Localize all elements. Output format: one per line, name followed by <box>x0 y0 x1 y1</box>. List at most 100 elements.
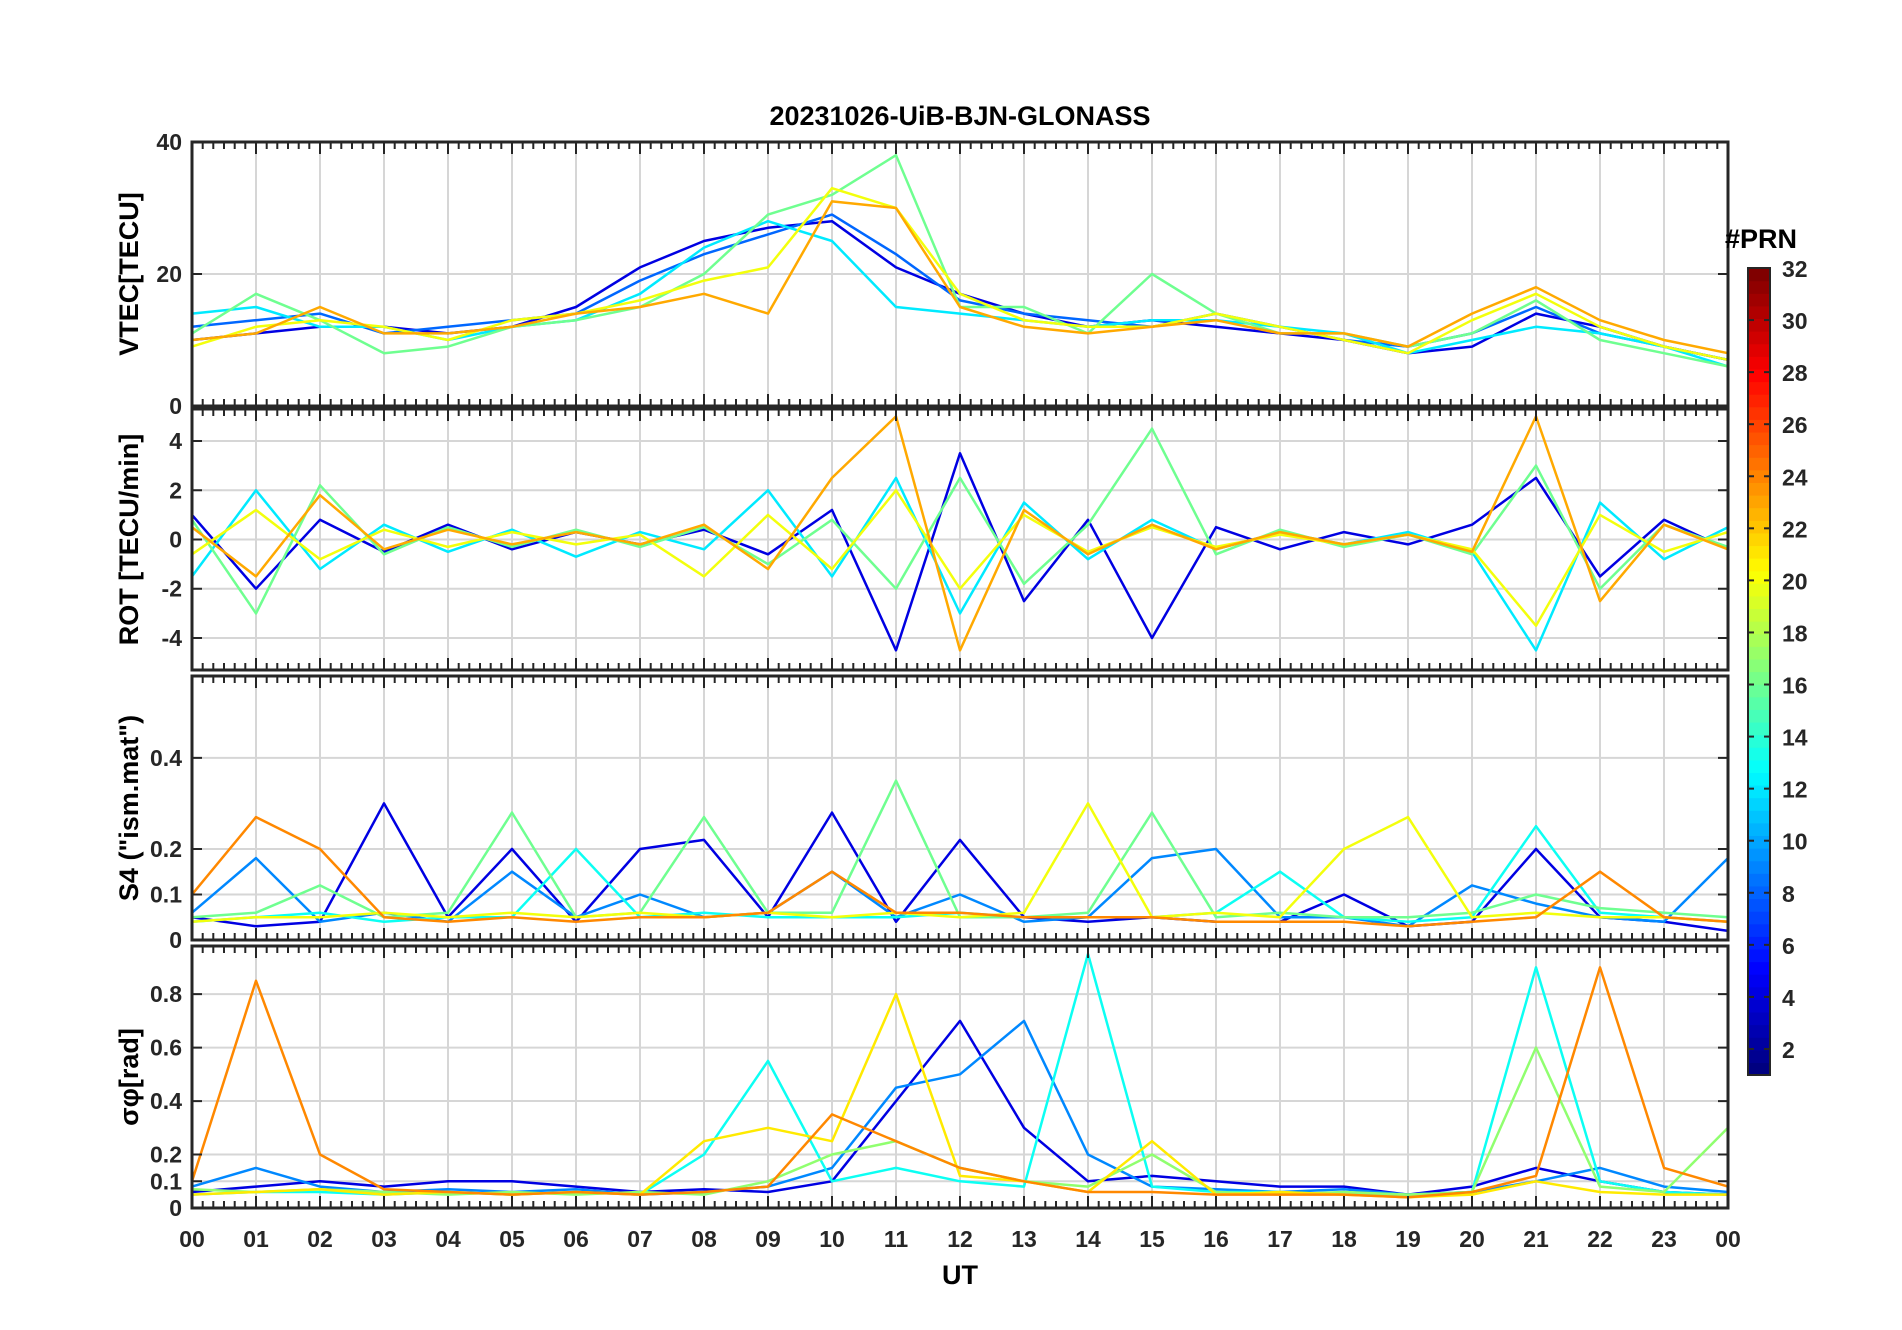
y-tick-label: 0.8 <box>150 981 182 1007</box>
colorbar-tick-label: 26 <box>1782 412 1808 438</box>
x-tick-label: 21 <box>1523 1226 1549 1252</box>
colorbar-segment <box>1748 331 1770 345</box>
colorbar-segment <box>1748 923 1770 937</box>
colorbar-tick-label: 4 <box>1782 985 1795 1011</box>
panel-3: 0 0.1 0.2 0.4S4 ("ism.mat") <box>114 674 1730 953</box>
colorbar-tick-label: 12 <box>1782 777 1808 803</box>
y-tick-label: 2 <box>169 477 182 503</box>
colorbar: 2468101214161820222426283032#PRN <box>1725 224 1808 1076</box>
x-tick-label: 23 <box>1651 1226 1677 1252</box>
panel-1: 0 20 40 VTEC[TECU] <box>114 129 1730 419</box>
y-tick-label: 0.2 <box>150 1142 182 1168</box>
x-tick-label: 04 <box>435 1226 461 1252</box>
x-tick-label: 09 <box>755 1226 781 1252</box>
colorbar-segment <box>1748 696 1770 710</box>
x-tick-labels: 00 01 02 03 04 05 06 07 08 09 10 11 12 13 14 15 16 17 18 19… <box>179 1226 1741 1252</box>
colorbar-segment <box>1748 419 1770 433</box>
colorbar-segment <box>1748 406 1770 420</box>
colorbar-segment <box>1748 595 1770 610</box>
colorbar-tick-label: 2 <box>1782 1037 1795 1063</box>
colorbar-segment <box>1748 999 1770 1013</box>
colorbar-segment <box>1748 1062 1770 1076</box>
colorbar-segment <box>1748 835 1770 849</box>
y-axis-label: S4 ("ism.mat") <box>114 715 144 901</box>
colorbar-segment <box>1748 368 1770 383</box>
panel-2: -4 -2 0 2 4 ROT [TECU/min] <box>114 407 1730 672</box>
x-tick-label: 14 <box>1075 1226 1101 1252</box>
y-tick-label: 0 <box>169 527 182 553</box>
y-tick-label: -4 <box>162 625 183 651</box>
colorbar-segment <box>1748 684 1770 698</box>
colorbar-tick-label: 32 <box>1782 256 1808 282</box>
colorbar-title: #PRN <box>1725 224 1797 254</box>
y-tick-label: 0 <box>169 393 182 419</box>
y-tick-label: -2 <box>162 576 182 602</box>
x-tick-label: 00 <box>1715 1226 1741 1252</box>
colorbar-segment <box>1748 444 1770 458</box>
x-tick-label: 03 <box>371 1226 397 1252</box>
colorbar-segment <box>1748 646 1770 660</box>
colorbar-segment <box>1748 558 1770 572</box>
colorbar-segment <box>1748 658 1770 673</box>
colorbar-segment <box>1748 520 1770 534</box>
colorbar-segment <box>1748 545 1770 559</box>
colorbar-tick-label: 24 <box>1782 464 1808 490</box>
colorbar-tick-label: 18 <box>1782 620 1808 646</box>
colorbar-segment <box>1748 974 1770 988</box>
colorbar-segment <box>1748 721 1770 736</box>
x-tick-label: 00 <box>179 1226 205 1252</box>
colorbar-segment <box>1748 709 1770 723</box>
colorbar-segment <box>1748 810 1770 824</box>
x-tick-label: 15 <box>1139 1226 1165 1252</box>
x-tick-label: 02 <box>307 1226 333 1252</box>
colorbar-segment <box>1748 343 1770 357</box>
colorbar-segment <box>1748 784 1770 799</box>
colorbar-segment <box>1748 268 1770 282</box>
y-axis-label: VTEC[TECU] <box>114 192 144 356</box>
y-tick-label: 0 <box>169 1195 182 1221</box>
colorbar-segment <box>1748 936 1770 950</box>
y-axis-label: σφ[rad] <box>114 1028 144 1126</box>
colorbar-tick-label: 30 <box>1782 308 1808 334</box>
x-tick-label: 05 <box>499 1226 525 1252</box>
colorbar-tick-label: 6 <box>1782 933 1795 959</box>
colorbar-segment <box>1748 898 1770 912</box>
y-tick-label: 4 <box>169 428 182 454</box>
colorbar-segment <box>1748 583 1770 597</box>
figure: 20231026-UiB-BJN-GLONASS 02040VTEC[TECU]… <box>114 101 1808 1290</box>
colorbar-segment <box>1748 431 1770 446</box>
x-tick-label: 10 <box>819 1226 845 1252</box>
colorbar-segment <box>1748 280 1770 294</box>
colorbar-segment <box>1748 772 1770 786</box>
colorbar-tick-label: 16 <box>1782 673 1808 699</box>
colorbar-segment <box>1748 822 1770 837</box>
colorbar-segment <box>1748 608 1770 622</box>
y-tick-label: 0.1 <box>150 881 182 907</box>
colorbar-segment <box>1748 305 1770 320</box>
colorbar-segment <box>1748 671 1770 685</box>
x-tick-label: 13 <box>1011 1226 1037 1252</box>
x-tick-label: 20 <box>1459 1226 1485 1252</box>
y-tick-label: 0.1 <box>150 1168 182 1194</box>
colorbar-segment <box>1748 1011 1770 1026</box>
colorbar-segment <box>1748 293 1770 307</box>
y-axis-label: ROT [TECU/min] <box>114 434 144 645</box>
colorbar-segment <box>1748 873 1770 887</box>
colorbar-segment <box>1748 1049 1770 1063</box>
colorbar-segment <box>1748 961 1770 975</box>
colorbar-tick-label: 22 <box>1782 516 1808 542</box>
x-tick-label: 22 <box>1587 1226 1613 1252</box>
x-tick-label: 16 <box>1203 1226 1229 1252</box>
colorbar-segment <box>1748 482 1770 496</box>
y-tick-label: 0 <box>169 927 182 953</box>
colorbar-tick-label: 10 <box>1782 829 1808 855</box>
colorbar-segment <box>1748 570 1770 584</box>
x-axis-label: UT <box>942 1260 978 1290</box>
chart-title: 20231026-UiB-BJN-GLONASS <box>769 101 1150 131</box>
colorbar-segment <box>1748 494 1770 509</box>
colorbar-segment <box>1748 759 1770 773</box>
colorbar-segment <box>1748 860 1770 874</box>
colorbar-segment <box>1748 633 1770 647</box>
panel-4: 00.10.2 0.4 0.6 0.8σφ[rad] <box>114 944 1730 1221</box>
colorbar-segment <box>1748 1024 1770 1038</box>
